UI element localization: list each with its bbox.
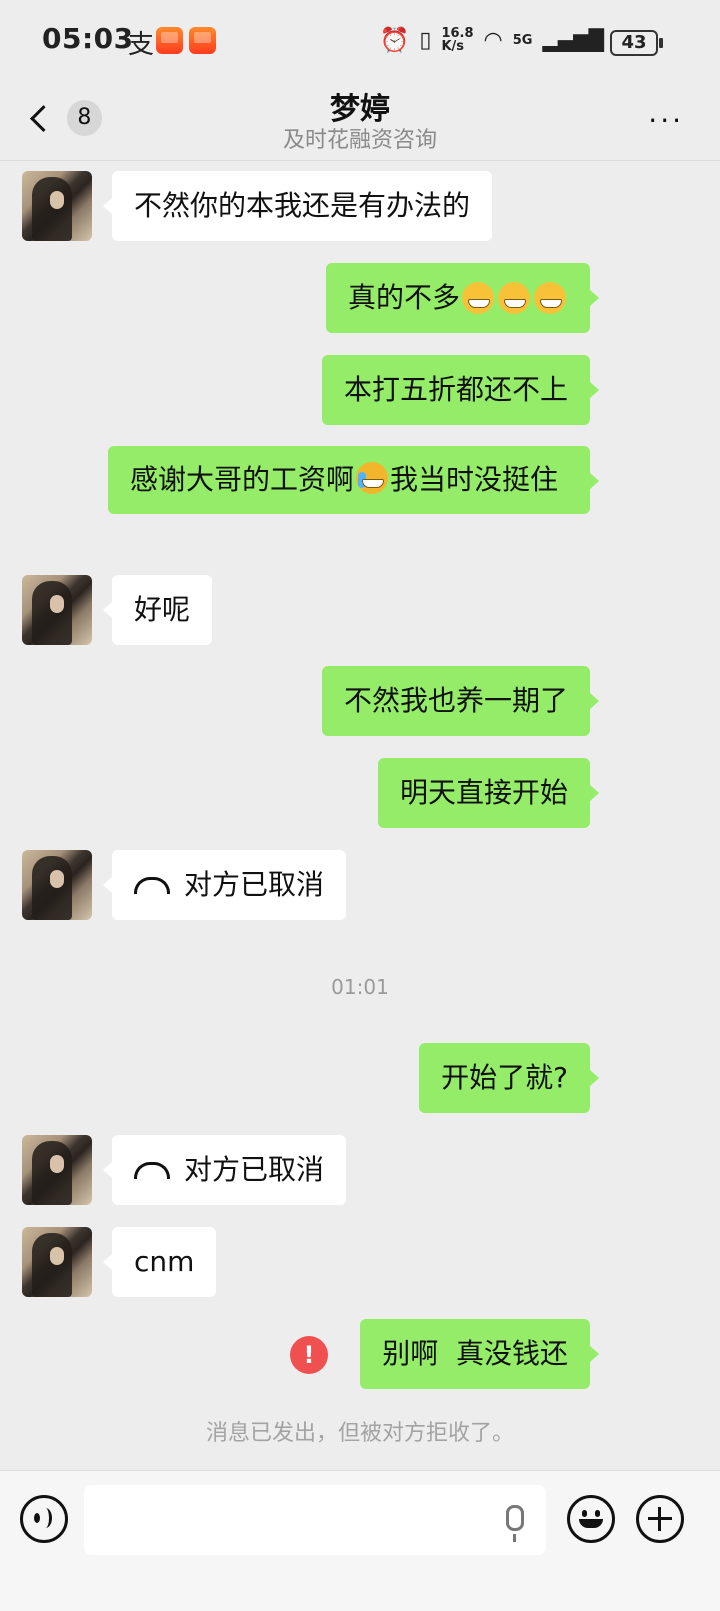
message-bubble-sent[interactable]: 本打五折都还不上 <box>321 355 600 425</box>
plus-icon[interactable] <box>636 1495 684 1543</box>
message-text: 本打五折都还不上 <box>343 373 568 406</box>
phone-hangup-icon <box>134 876 170 894</box>
grin-icon <box>462 282 494 314</box>
emoji-icon[interactable] <box>567 1495 615 1543</box>
net-speed: 16.8 K/s <box>441 26 474 54</box>
contact-avatar[interactable] <box>22 171 92 241</box>
more-options-button[interactable]: ··· <box>648 104 684 137</box>
vibrate-icon: ▯ <box>419 27 432 53</box>
message-text: 我当时没挺住 <box>390 463 559 496</box>
message-text: 不然我也养一期了 <box>343 684 568 717</box>
contact-avatar[interactable] <box>22 575 92 645</box>
message-input[interactable] <box>84 1485 546 1555</box>
status-bar: 05:03 支 ⏰ ▯ 16.8 K/s ◠ 5G ▂▄▆█ 43 <box>0 0 720 82</box>
message-text: 对方已取消 <box>184 1153 325 1186</box>
system-notice: 消息已发出，但被对方拒收了。 <box>205 1421 514 1446</box>
message-bubble-sent[interactable]: 感谢大哥的工资啊 我当时没挺住 <box>108 446 599 514</box>
contact-avatar[interactable] <box>22 1227 92 1297</box>
message-bubble-sent[interactable]: 开始了就? <box>419 1043 599 1113</box>
wifi-icon: ◠ <box>483 27 503 53</box>
taobao-app-icon <box>156 27 183 54</box>
message-text: 不然你的本我还是有办法的 <box>134 189 471 222</box>
message-bubble-received[interactable]: 好呢 <box>102 575 213 645</box>
contact-avatar[interactable] <box>22 850 92 920</box>
call-cancelled-bubble[interactable]: 对方已取消 <box>102 850 347 920</box>
message-bubble-sent[interactable]: 别啊 真没钱还 <box>360 1319 599 1389</box>
mic-icon[interactable] <box>506 1505 524 1542</box>
message-text: 真的不多 <box>347 281 460 314</box>
alipay-icon: 支 <box>128 30 155 60</box>
message-text: 好呢 <box>134 593 191 626</box>
message-bubble-sent[interactable]: 明天直接开始 <box>377 758 600 828</box>
signal-icon: ▂▄▆█ <box>542 28 604 52</box>
battery-indicator: 43 <box>610 30 663 56</box>
message-text: cnm <box>134 1245 195 1278</box>
grin-icon <box>498 282 530 314</box>
message-text: 感谢大哥的工资啊 <box>130 463 355 496</box>
voice-icon[interactable] <box>20 1495 68 1543</box>
message-text: 开始了就? <box>441 1061 568 1094</box>
message-bubble-received[interactable]: cnm <box>102 1227 217 1297</box>
phone-hangup-icon <box>134 1161 170 1179</box>
send-failed-icon[interactable]: ! <box>290 1336 328 1374</box>
status-time: 05:03 <box>42 22 134 55</box>
rolling-laugh-icon <box>356 462 389 494</box>
contact-avatar[interactable] <box>22 1135 92 1205</box>
message-bubble-sent[interactable]: 真的不多 <box>325 263 600 333</box>
message-text: 别啊 真没钱还 <box>382 1337 568 1370</box>
grin-icon <box>534 282 566 314</box>
taobao-app-icon <box>189 27 216 54</box>
alarm-icon: ⏰ <box>379 26 410 54</box>
chat-header: 8 梦婷 及时花融资咨询 ··· <box>0 82 720 161</box>
network-type: 5G <box>512 32 533 48</box>
call-cancelled-bubble[interactable]: 对方已取消 <box>102 1135 347 1205</box>
message-text: 对方已取消 <box>184 868 325 901</box>
message-timestamp: 01:01 <box>331 975 389 999</box>
message-bubble-received[interactable]: 不然你的本我还是有办法的 <box>102 171 493 241</box>
chat-subtitle: 及时花融资咨询 <box>282 128 437 153</box>
message-text: 明天直接开始 <box>399 776 568 809</box>
input-bar <box>0 1470 720 1611</box>
message-bubble-sent[interactable]: 不然我也养一期了 <box>321 666 600 736</box>
